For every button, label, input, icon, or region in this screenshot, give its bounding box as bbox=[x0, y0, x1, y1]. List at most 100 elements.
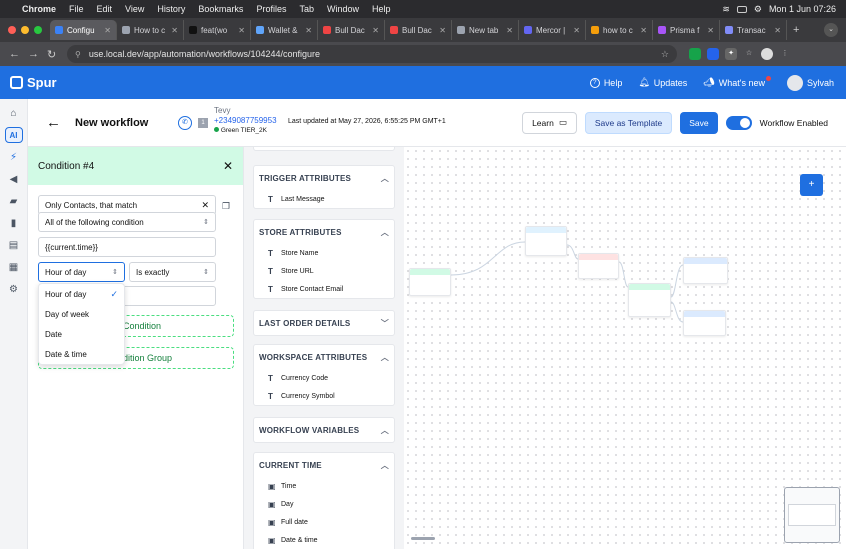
workflow-node[interactable] bbox=[683, 310, 726, 336]
chat-icon[interactable]: ▰ bbox=[5, 193, 23, 209]
browser-tab[interactable]: New tab ✕ bbox=[452, 20, 519, 40]
broadcast-icon[interactable]: ◀ bbox=[5, 171, 23, 187]
battery-icon[interactable] bbox=[736, 5, 747, 13]
browser-tab[interactable]: Prisma f ✕ bbox=[653, 20, 720, 40]
user-menu[interactable]: Sylvah bbox=[786, 74, 834, 91]
zoom-window-icon[interactable] bbox=[34, 26, 42, 34]
tab-close-icon[interactable]: ✕ bbox=[238, 26, 245, 35]
section-header[interactable]: TRIGGER ATTRIBUTES ︿ bbox=[254, 166, 394, 190]
workflow-node[interactable] bbox=[628, 283, 671, 317]
browser-tab[interactable]: how to c ✕ bbox=[586, 20, 653, 40]
menu-file[interactable]: File bbox=[69, 4, 84, 14]
bookmarks-icon[interactable]: ☆ bbox=[743, 48, 755, 60]
puzzle-icon[interactable]: ✦ bbox=[725, 48, 737, 60]
section-header[interactable]: WORKFLOW VARIABLES ︿ bbox=[254, 418, 394, 442]
section-header[interactable]: WORKSPACE ATTRIBUTES ︿ bbox=[254, 345, 394, 369]
close-icon[interactable]: ✕ bbox=[223, 159, 233, 173]
tab-close-icon[interactable]: ✕ bbox=[573, 26, 580, 35]
contacts-icon[interactable]: ▦ bbox=[5, 259, 23, 275]
menu-tab[interactable]: Tab bbox=[299, 4, 314, 14]
section-header[interactable]: LAST ORDER DETAILS ﹀ bbox=[254, 311, 394, 335]
variable-item[interactable]: T Store URL bbox=[254, 262, 394, 280]
help-link[interactable]: ? Help bbox=[589, 77, 622, 88]
variable-item[interactable]: T Last Message bbox=[254, 190, 394, 208]
back-arrow-icon[interactable]: ← bbox=[46, 114, 61, 131]
browser-tab[interactable]: Configu ✕ bbox=[50, 20, 117, 40]
menu-app-name[interactable]: Chrome bbox=[22, 4, 56, 14]
condition-type-select[interactable]: All of the following condition ⇕ bbox=[38, 212, 216, 232]
variable-item[interactable]: ▣ Day bbox=[254, 495, 394, 513]
menu-bookmarks[interactable]: Bookmarks bbox=[198, 4, 243, 14]
profile-icon[interactable] bbox=[761, 48, 773, 60]
workflow-node[interactable] bbox=[409, 268, 451, 296]
tab-close-icon[interactable]: ✕ bbox=[506, 26, 513, 35]
brand-logo[interactable]: Spur bbox=[10, 75, 57, 90]
new-tab-icon[interactable]: + bbox=[793, 24, 799, 36]
close-window-icon[interactable] bbox=[8, 26, 16, 34]
save-button[interactable]: Save bbox=[680, 111, 718, 134]
variable-input[interactable]: {{current.time}} bbox=[38, 237, 216, 257]
unit-option-hour-of-day[interactable]: Hour of day ✓ bbox=[39, 284, 124, 304]
whats-new-link[interactable]: 📣︎ What's new bbox=[703, 76, 771, 88]
tab-close-icon[interactable]: ✕ bbox=[774, 26, 781, 35]
browser-tab[interactable]: How to c ✕ bbox=[117, 20, 184, 40]
tab-close-icon[interactable]: ✕ bbox=[104, 26, 111, 35]
learn-button[interactable]: Learn ▭ bbox=[522, 111, 577, 134]
bookmark-star-icon[interactable]: ☆ bbox=[661, 49, 669, 60]
workflow-node[interactable] bbox=[683, 257, 728, 284]
tab-close-icon[interactable]: ✕ bbox=[439, 26, 446, 35]
browser-tab[interactable]: Wallet & ✕ bbox=[251, 20, 318, 40]
control-center-icon[interactable]: ⚙ bbox=[754, 4, 762, 15]
minimize-window-icon[interactable] bbox=[21, 26, 29, 34]
workflow-canvas[interactable]: + bbox=[404, 147, 846, 549]
section-header[interactable]: STORE ATTRIBUTES ︿ bbox=[254, 220, 394, 244]
workflow-node[interactable] bbox=[525, 226, 567, 256]
url-field[interactable]: ⚲ use.local.dev/app/automation/workflows… bbox=[67, 45, 677, 63]
menu-profiles[interactable]: Profiles bbox=[256, 4, 286, 14]
variable-item[interactable]: T Store Name bbox=[254, 244, 394, 262]
test-contact[interactable]: ✆ 1 Tevy +2349087759953 Green TIER_2K bbox=[178, 106, 277, 136]
home-icon[interactable]: ⌂ bbox=[5, 105, 23, 121]
save-as-template-button[interactable]: Save as Template bbox=[584, 111, 673, 134]
menu-edit[interactable]: Edit bbox=[97, 4, 113, 14]
menu-help[interactable]: Help bbox=[372, 4, 391, 14]
workflow-title[interactable]: New workflow bbox=[75, 117, 148, 129]
tab-search-icon[interactable]: ⌄ bbox=[824, 23, 838, 37]
browser-tab[interactable]: Bull Dac ✕ bbox=[385, 20, 452, 40]
variable-item[interactable]: ▣ Time bbox=[254, 477, 394, 495]
minimap[interactable] bbox=[784, 487, 840, 543]
menu-window[interactable]: Window bbox=[327, 4, 359, 14]
browser-tab[interactable]: Mercor | ✕ bbox=[519, 20, 586, 40]
browser-tab[interactable]: feat(wo ✕ bbox=[184, 20, 251, 40]
tab-close-icon[interactable]: ✕ bbox=[171, 26, 178, 35]
browser-tab[interactable]: Bull Dac ✕ bbox=[318, 20, 385, 40]
ai-nav-button[interactable]: AI bbox=[4, 127, 23, 143]
unit-select[interactable]: Hour of day ⇕ bbox=[38, 262, 125, 282]
menu-history[interactable]: History bbox=[157, 4, 185, 14]
tab-close-icon[interactable]: ✕ bbox=[707, 26, 714, 35]
unit-option-date[interactable]: Date bbox=[39, 324, 124, 344]
variable-item[interactable]: ▣ Date & time bbox=[254, 531, 394, 549]
browser-tab[interactable]: Transac ✕ bbox=[720, 20, 787, 40]
wifi-icon[interactable]: ≋ bbox=[722, 4, 730, 15]
section-header[interactable]: CURRENT TIME ︿ bbox=[254, 453, 394, 477]
variable-item[interactable]: T Store Contact Email bbox=[254, 280, 394, 298]
clear-icon[interactable]: ✕ bbox=[201, 200, 209, 211]
analytics-icon[interactable]: ▮ bbox=[5, 215, 23, 231]
workflow-enabled-toggle[interactable] bbox=[725, 115, 752, 130]
unit-option-day-of-week[interactable]: Day of week bbox=[39, 304, 124, 324]
unit-option-date-time[interactable]: Date & time bbox=[39, 344, 124, 364]
forward-nav-icon[interactable]: → bbox=[28, 48, 39, 60]
horizontal-scrollbar[interactable] bbox=[411, 537, 435, 540]
back-nav-icon[interactable]: ← bbox=[9, 48, 20, 60]
extension-icon[interactable] bbox=[707, 48, 719, 60]
operator-select[interactable]: Is exactly ⇕ bbox=[129, 262, 216, 282]
inbox-icon[interactable]: ▤ bbox=[5, 237, 23, 253]
extension-icon[interactable] bbox=[689, 48, 701, 60]
automation-icon[interactable]: ⚡ bbox=[5, 149, 23, 165]
tab-close-icon[interactable]: ✕ bbox=[305, 26, 312, 35]
menu-view[interactable]: View bbox=[125, 4, 144, 14]
variable-item[interactable]: ▣ Full date bbox=[254, 513, 394, 531]
more-menu-icon[interactable]: ⋮ bbox=[779, 48, 791, 60]
reload-icon[interactable]: ↻ bbox=[47, 48, 57, 61]
